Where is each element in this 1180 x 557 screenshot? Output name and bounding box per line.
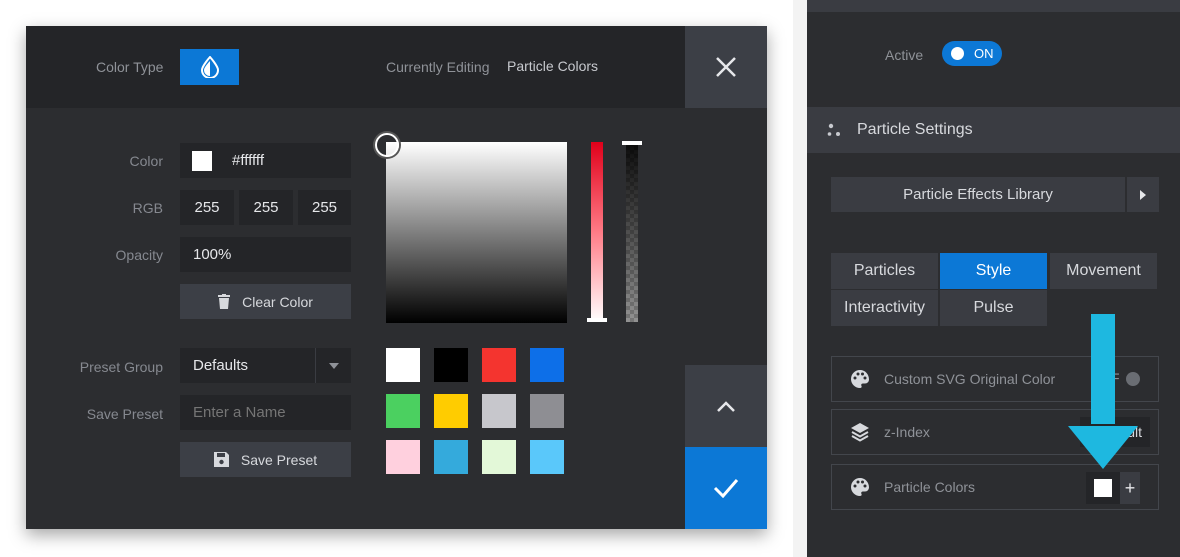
preset-group-select[interactable]: Defaults (180, 348, 351, 383)
currently-editing-label: Currently Editing (386, 59, 490, 75)
tab-movement[interactable]: Movement (1050, 253, 1157, 289)
chevron-up-icon (717, 400, 735, 412)
panel-top-bar (807, 0, 1180, 12)
dropdown-icon (315, 348, 351, 383)
clear-color-button[interactable]: Clear Color (180, 284, 351, 319)
particle-effects-library-button[interactable]: Particle Effects Library (831, 177, 1125, 212)
opacity-slider-handle[interactable] (622, 141, 642, 145)
rgb-label: RGB (132, 200, 163, 216)
current-color-swatch (192, 150, 212, 171)
color-picker-handle[interactable] (375, 133, 399, 157)
preset-swatch[interactable] (482, 348, 516, 382)
checkmark-icon (713, 479, 739, 498)
preset-swatch[interactable] (386, 348, 420, 382)
preset-swatch[interactable] (530, 394, 564, 428)
section-title: Particle Settings (857, 121, 973, 138)
close-button[interactable] (685, 26, 767, 108)
red-input[interactable]: 255 (180, 190, 234, 225)
preset-swatch[interactable] (434, 348, 468, 382)
particles-icon (827, 123, 840, 136)
settings-panel: Active ON Particle Settings Particle Eff… (807, 0, 1180, 557)
save-preset-button[interactable]: Save Preset (180, 442, 351, 477)
palette-icon (850, 477, 870, 497)
dialog-header: Color Type Currently Editing Particle Co… (26, 26, 685, 108)
particle-colors-row: Particle Colors + (831, 464, 1159, 510)
tab-style[interactable]: Style (940, 253, 1047, 289)
preset-swatch[interactable] (434, 440, 468, 474)
tab-interactivity[interactable]: Interactivity (831, 290, 938, 326)
panel-separator (793, 0, 807, 557)
library-expand-button[interactable] (1127, 177, 1159, 212)
preset-name-input[interactable] (180, 395, 351, 430)
layers-icon (850, 422, 870, 442)
color-type-label: Color Type (96, 59, 164, 75)
close-icon (716, 57, 736, 77)
color-hex-input[interactable]: #ffffff (180, 143, 351, 178)
clear-color-label: Clear Color (242, 293, 313, 310)
particle-colors-label: Particle Colors (884, 479, 976, 495)
color-label: Color (129, 153, 163, 169)
caret-right-icon (1140, 189, 1146, 200)
collapse-button[interactable] (685, 365, 767, 447)
active-label: Active (885, 47, 924, 63)
currently-editing-value: Particle Colors (507, 58, 599, 74)
preset-group-value: Defaults (193, 357, 249, 374)
tab-particles[interactable]: Particles (831, 253, 938, 289)
color-type-button[interactable] (180, 49, 239, 85)
save-preset-label: Save Preset (86, 406, 163, 422)
preset-swatch[interactable] (386, 394, 420, 428)
apply-button[interactable] (685, 447, 767, 529)
add-color-button[interactable]: + (1120, 472, 1140, 504)
trash-icon (218, 294, 231, 309)
custom-svg-color-label: Custom SVG Original Color (884, 371, 1056, 387)
particle-settings-header[interactable]: Particle Settings (807, 107, 1180, 153)
hue-slider[interactable] (591, 142, 603, 322)
preset-group-label: Preset Group (79, 359, 163, 375)
color-hex-value: #ffffff (232, 152, 264, 169)
save-preset-button-label: Save Preset (240, 451, 318, 468)
palette-icon (850, 369, 870, 389)
preset-swatch[interactable] (434, 394, 468, 428)
tab-pulse[interactable]: Pulse (940, 290, 1047, 326)
color-picker-dialog: Color Type Currently Editing Particle Co… (26, 26, 767, 529)
floppy-disk-icon (213, 452, 229, 467)
z-index-label: z-Index (884, 424, 930, 440)
preset-swatch[interactable] (530, 440, 564, 474)
toggle-knob (951, 47, 964, 60)
opacity-input[interactable]: 100% (180, 237, 351, 272)
saturation-value-picker[interactable] (386, 142, 567, 323)
preset-swatch[interactable] (482, 394, 516, 428)
opacity-label: Opacity (115, 247, 163, 263)
preset-swatch[interactable] (386, 440, 420, 474)
hue-slider-handle[interactable] (587, 318, 607, 322)
callout-arrow-icon (1068, 314, 1138, 469)
particle-color-swatch[interactable] (1086, 472, 1120, 504)
droplet-icon (200, 56, 219, 78)
blue-input[interactable]: 255 (298, 190, 351, 225)
preset-swatch[interactable] (530, 348, 564, 382)
active-toggle-text: ON (974, 46, 994, 61)
active-toggle[interactable]: ON (942, 41, 1002, 66)
opacity-slider[interactable] (626, 142, 638, 322)
green-input[interactable]: 255 (239, 190, 293, 225)
preset-swatch[interactable] (482, 440, 516, 474)
